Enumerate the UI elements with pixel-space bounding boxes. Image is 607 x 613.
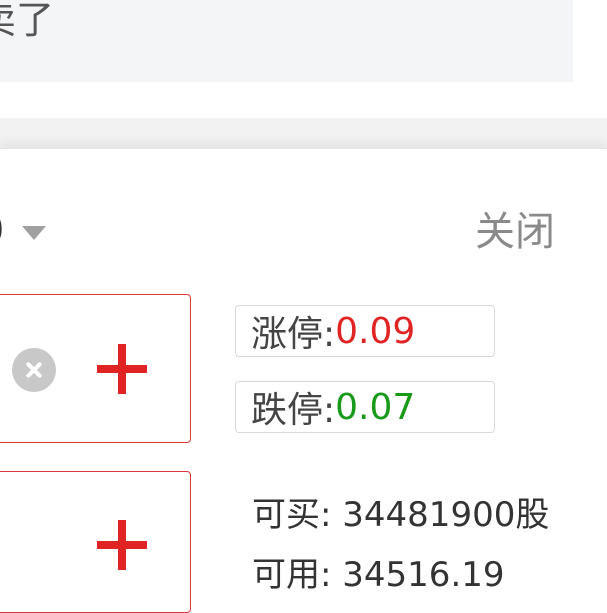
buyable-label: 可买: [252,495,332,535]
caret-down-icon[interactable] [22,226,46,240]
clear-circle-icon[interactable] [12,348,56,392]
available-value: 34516.19 [342,555,505,595]
message-box[interactable]: 卖了 [0,0,573,82]
limit-up-label: 涨停: [251,314,336,355]
buyable-quantity: 可买: 34481900股 [252,492,549,538]
limit-up-box[interactable]: 涨停: 0.09 [235,305,495,357]
account-selector-text: 0 [0,205,4,255]
close-button[interactable]: 关闭 [475,207,555,257]
plus-icon[interactable] [97,520,147,570]
available-funds: 可用: 34516.19 [252,552,505,598]
available-label: 可用: [252,555,332,595]
price-stepper[interactable] [0,294,191,443]
limit-down-value: 0.07 [335,386,416,428]
limit-down-label: 跌停: [251,390,336,431]
limit-down-box[interactable]: 跌停: 0.07 [235,381,495,433]
quantity-stepper[interactable] [0,471,191,613]
plus-icon[interactable] [97,344,147,394]
buyable-value: 34481900股 [342,495,550,535]
limit-up-value: 0.09 [335,310,416,352]
message-text: 卖了 [0,0,55,42]
section-separator [0,118,607,148]
